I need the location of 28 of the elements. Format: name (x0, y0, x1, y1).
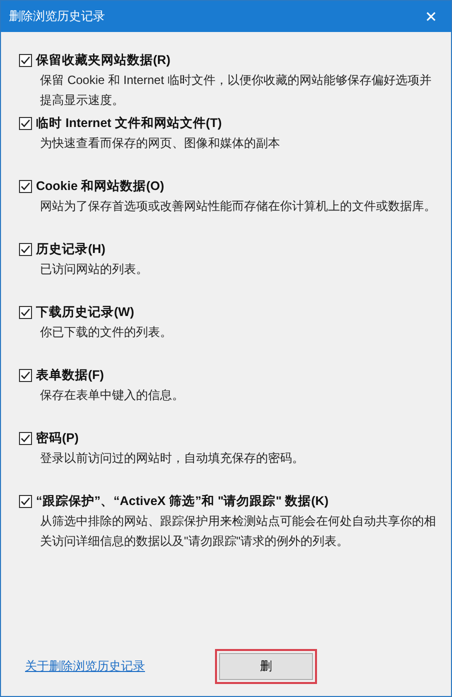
option-description: 你已下载的文件的列表。 (40, 324, 173, 341)
option-label[interactable]: Cookie 和网站数据(O) (36, 178, 164, 194)
option-description: 已访问网站的列表。 (40, 261, 149, 278)
option-label[interactable]: 下载历史记录(W) (36, 304, 134, 320)
option-description: 网站为了保存首选项或改善网站性能而存储在你计算机上的文件或数据库。 (40, 198, 437, 215)
close-button[interactable]: ✕ (411, 1, 451, 32)
checkbox[interactable] (19, 242, 32, 256)
option-label[interactable]: 临时 Internet 文件和网站文件(T) (36, 114, 222, 132)
checkbox[interactable] (19, 180, 32, 192)
help-link[interactable]: 关于删除浏览历史记录 (25, 658, 145, 674)
option-description: 从筛选中排除的网站、跟踪保护用来检测站点可能会在何处自动共享你的相关访问详细信息的数据以及"请勿跟踪"请求的例外的列表。 (40, 513, 437, 550)
checkbox[interactable] (19, 116, 32, 130)
option-label[interactable]: 历史记录(H) (36, 240, 106, 258)
option-description: 登录以前访问过的网站时，自动填充保存的密码。 (40, 450, 305, 467)
option-description: 为快速查看而保存的网页、图像和媒体的副本 (40, 135, 281, 152)
checkbox[interactable] (19, 494, 32, 508)
option-label[interactable]: 表单数据(F) (36, 366, 104, 384)
checkbox[interactable] (19, 306, 32, 318)
delete-button[interactable]: 删 (219, 652, 313, 680)
checkbox[interactable] (19, 432, 32, 444)
checkbox[interactable] (19, 54, 32, 66)
checkbox[interactable] (19, 368, 32, 382)
option-description: 保存在表单中键入的信息。 (40, 387, 185, 404)
option-label[interactable]: 密码(P) (36, 430, 79, 446)
option-label[interactable]: 保留收藏夹网站数据(R) (36, 52, 170, 68)
option-description: 保留 Cookie 和 Internet 临时文件，以便你收藏的网站能够保存偏好选项并提高显示速度。 (40, 72, 432, 109)
window-title: 删除浏览历史记录 (9, 8, 105, 25)
option-label[interactable]: “跟踪保护”、“ActiveX 筛选”和 "请勿跟踪" 数据(K) (36, 492, 328, 510)
